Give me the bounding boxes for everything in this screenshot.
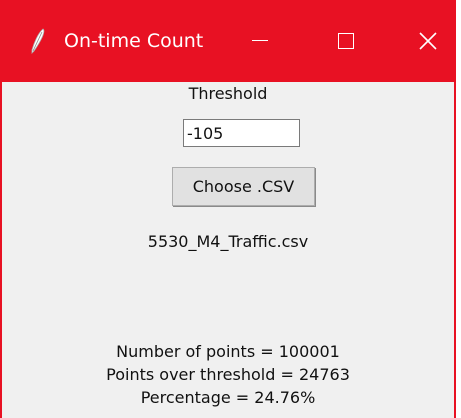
- app-window: On-time Count Threshold Choose .CSV 5530…: [0, 0, 456, 418]
- main-content: Threshold Choose .CSV 5530_M4_Traffic.cs…: [2, 82, 454, 418]
- percentage-text: Percentage = 24.76%: [140, 388, 316, 407]
- feather-icon: [29, 28, 47, 54]
- close-button[interactable]: [408, 22, 448, 60]
- threshold-input[interactable]: [183, 119, 300, 147]
- maximize-button[interactable]: [327, 22, 367, 60]
- results-panel: Number of points = 100001 Points over th…: [2, 340, 454, 409]
- title-bar[interactable]: On-time Count: [2, 0, 454, 82]
- selected-file-label: 5530_M4_Traffic.csv: [147, 232, 309, 251]
- window-title: On-time Count: [64, 30, 204, 52]
- choose-csv-button[interactable]: Choose .CSV: [172, 167, 315, 206]
- threshold-label: Threshold: [188, 84, 268, 103]
- over-threshold-text: Points over threshold = 24763: [106, 365, 350, 384]
- points-count-text: Number of points = 100001: [116, 342, 340, 361]
- minimize-button[interactable]: [240, 22, 280, 60]
